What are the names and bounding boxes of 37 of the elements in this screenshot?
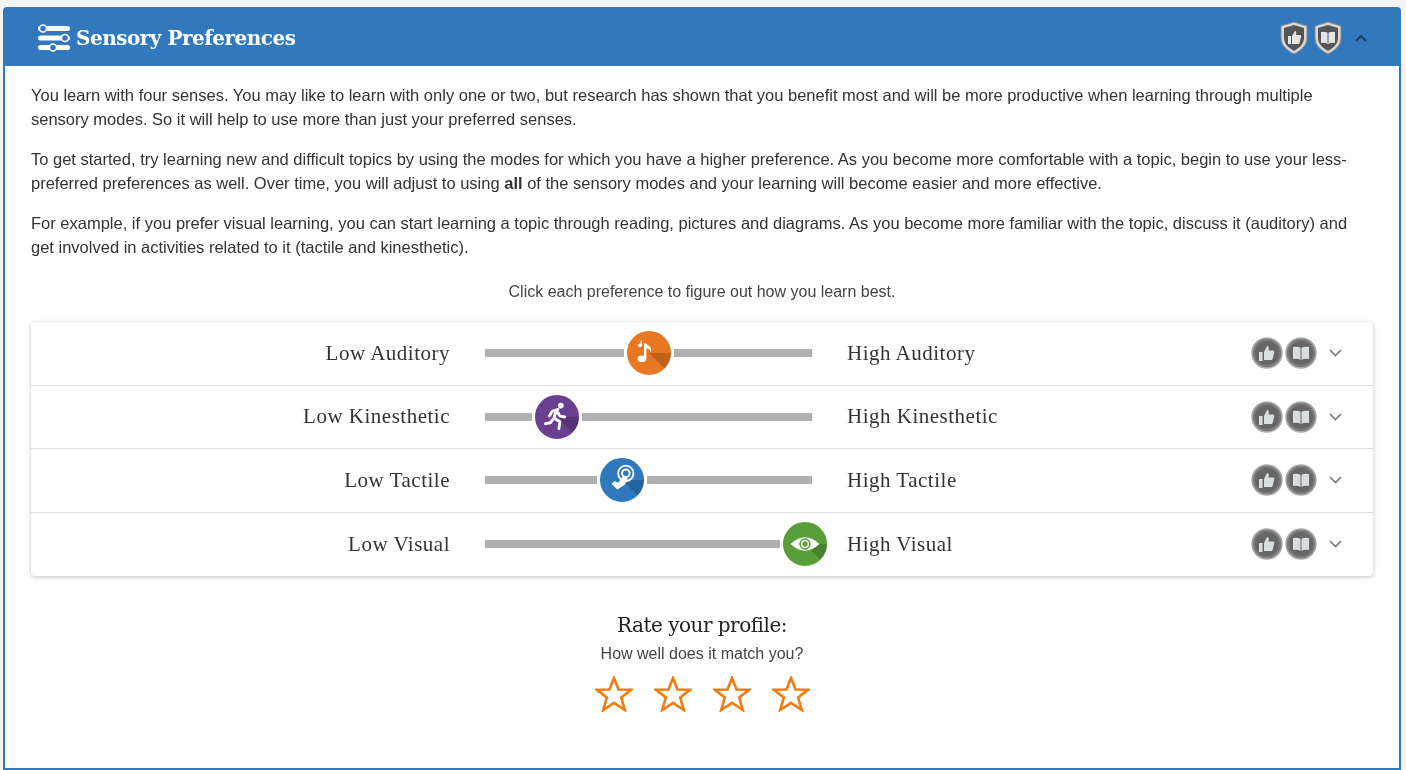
instruction-text: Click each preference to figure out how you learn best. (507, 282, 897, 302)
low-label: Low Auditory (324, 339, 450, 367)
book-badge-icon (1285, 464, 1317, 497)
chevron-up-icon (1354, 32, 1368, 43)
thumbs-up-badge-icon (1251, 400, 1283, 433)
paragraph: To get started, try learning new and difficult topics by using the modes for which you have a higher preference. As you become more comfortable with a topic, begin to use your less-preferred preferences as well. Over time, you will adjust to using all of the sensory modes and your learning will become easier and more effective. (31, 149, 1348, 194)
low-label: Low Visual (347, 530, 450, 558)
high-label: High Kinesthetic (847, 403, 998, 430)
rating-subtitle: How well does it match you? (600, 644, 804, 664)
thumbs-up-shield-icon (1279, 20, 1309, 55)
star-icon[interactable] (653, 676, 692, 712)
panel-title: Sensory Preferences (76, 24, 296, 52)
star-icon[interactable] (771, 676, 810, 712)
low-label: Low Kinesthetic (302, 403, 450, 430)
rating-title: Rate your profile: (617, 612, 787, 639)
high-label: High Visual (847, 530, 953, 558)
star-icon[interactable] (712, 676, 751, 712)
book-badge-icon (1285, 337, 1317, 370)
thumbs-up-badge-icon (1251, 464, 1283, 497)
chevron-down-icon (1328, 476, 1342, 485)
low-label: Low Tactile (343, 466, 450, 494)
chevron-down-icon (1328, 412, 1342, 421)
slider-track (485, 412, 532, 421)
thumbs-up-badge-icon (1251, 528, 1283, 561)
settings-sliders-icon (37, 23, 71, 52)
chevron-down-icon (1328, 540, 1342, 549)
chevron-down-icon (1328, 349, 1342, 358)
high-label: High Tactile (847, 466, 957, 494)
thumbs-up-badge-icon (1251, 337, 1283, 370)
high-label: High Auditory (847, 339, 976, 367)
star-icon[interactable] (594, 676, 633, 712)
book-badge-icon (1285, 528, 1317, 561)
book-shield-icon (1313, 20, 1343, 55)
paragraph: For example, if you prefer visual learning, you can start learning a topic through reading, pictures and diagrams. As you become more familiar with the topic, discuss it (auditory) and get involved in activities related to it (tactile and kinesthetic). (31, 213, 1349, 258)
star-rating[interactable] (594, 676, 810, 712)
book-badge-icon (1285, 400, 1317, 433)
paragraph: You learn with four senses. You may like to learn with only one or two, but research has shown that you benefit most and will be more productive when learning through multiple sensory modes. So it will help to use more than just your preferred senses. (31, 85, 1314, 130)
